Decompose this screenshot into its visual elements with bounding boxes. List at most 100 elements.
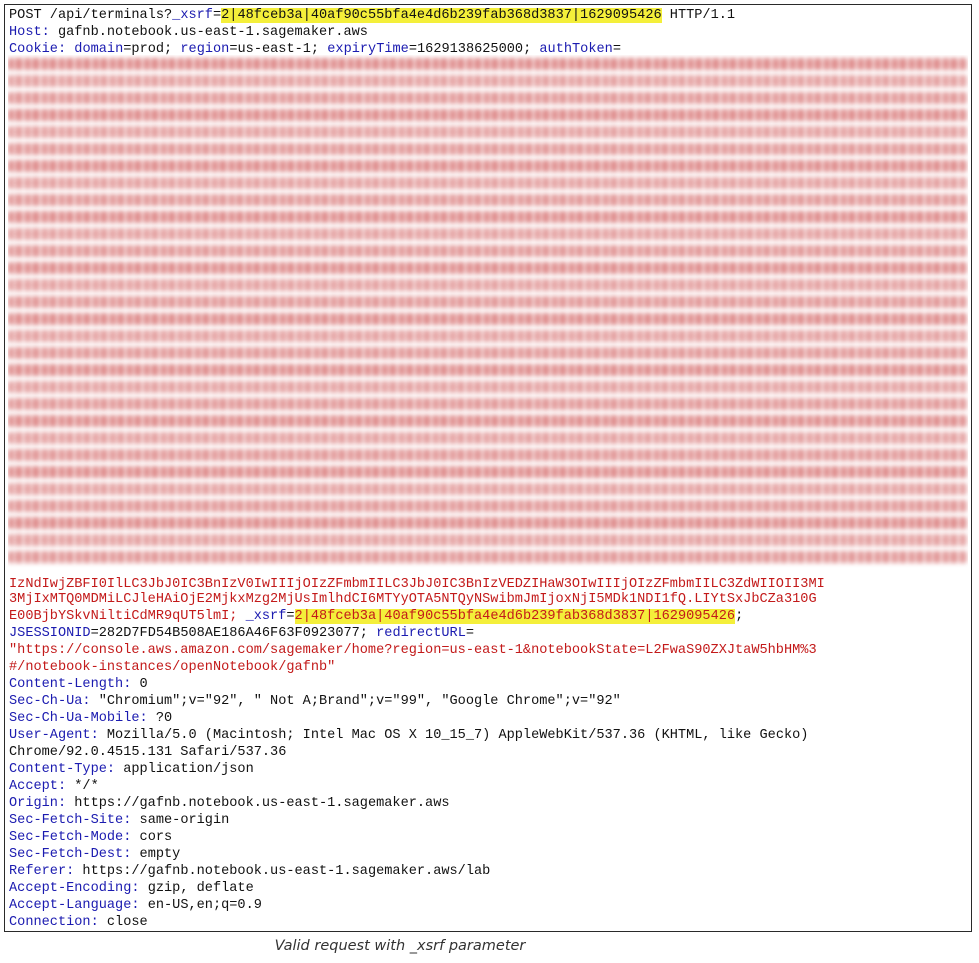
- jsession-line: JSESSIONID=282D7FD54B508AE186A46F63F0923…: [9, 626, 475, 641]
- header-value: application/json: [115, 762, 254, 777]
- request-line-prefix: POST /api/terminals?: [9, 8, 173, 23]
- cookie-redirect-value: "https://console.aws.amazon.com/sagemake…: [9, 643, 817, 658]
- header-value: empty: [131, 847, 181, 862]
- token-line-b: E00BjbYSkvNiltiCdMR9qUT5lmI; _xsrf=2|48f…: [9, 609, 744, 624]
- redacted-text-row: [8, 245, 968, 257]
- redacted-text-row: [8, 500, 968, 512]
- redacted-text-row: [8, 449, 968, 461]
- header-value: Mozilla/5.0 (Macintosh; Intel Mac OS X 1…: [98, 728, 809, 743]
- header-name: Sec-Fetch-Mode:: [9, 830, 132, 845]
- redacted-text-row: [8, 92, 968, 104]
- header-line: Sec-Ch-Ua: "Chromium";v="92", " Not A;Br…: [9, 693, 621, 710]
- redacted-text-row: [8, 381, 968, 393]
- redacted-text-row: [8, 211, 968, 223]
- header-line: Accept: */*: [9, 778, 99, 795]
- redacted-text-row: [8, 177, 968, 189]
- redacted-text-row: [8, 160, 968, 172]
- figure-caption: Valid request with _xsrf parameter: [274, 938, 526, 954]
- redacted-text-row: [8, 143, 968, 155]
- redacted-text-row: [8, 279, 968, 291]
- redacted-text-row: [8, 347, 968, 359]
- header-line: Chrome/92.0.4515.131 Safari/537.36: [9, 744, 286, 761]
- header-value: close: [98, 915, 148, 930]
- header-value: */*: [66, 779, 99, 794]
- http-request-panel: POST /api/terminals?_xsrf=2|48fceb3a|40a…: [4, 4, 972, 932]
- redacted-text-row: [8, 296, 968, 308]
- cookie-xsrf-key: _xsrf: [245, 609, 287, 624]
- redacted-text-row: [8, 432, 968, 444]
- xsrf-param-value: 2|48fceb3a|40af90c55bfa4e4d6b239fab368d3…: [221, 8, 662, 23]
- header-name: Sec-Fetch-Site:: [9, 813, 132, 828]
- header-line: Content-Length: 0: [9, 676, 148, 693]
- header-value: same-origin: [131, 813, 230, 828]
- token-fragment: E00BjbYSkvNiltiCdMR9qUT5lmI;: [9, 609, 246, 624]
- redacted-text-row: [8, 126, 968, 138]
- header-value: cors: [131, 830, 173, 845]
- redacted-text-row: [8, 109, 968, 121]
- header-line: Sec-Fetch-Mode: cors: [9, 829, 172, 846]
- cookie-xsrf-value: 2|48fceb3a|40af90c55bfa4e4d6b239fab368d3…: [294, 609, 736, 624]
- redacted-text-row: [8, 415, 968, 427]
- cookie-separator: ;: [735, 609, 744, 624]
- header-name: Accept-Encoding:: [9, 881, 140, 896]
- redacted-text-row: [8, 364, 968, 376]
- header-line: Referer: https://gafnb.notebook.us-east-…: [9, 863, 490, 880]
- header-line: Content-Type: application/json: [9, 761, 254, 778]
- header-line: Connection: close: [9, 914, 148, 931]
- redacted-token-block: [8, 55, 968, 578]
- cookie-jsession-value: 282D7FD54B508AE186A46F63F0923077: [98, 626, 360, 641]
- header-name: Connection:: [9, 915, 99, 930]
- host-header: Host: gafnb.notebook.us-east-1.sagemaker…: [9, 24, 368, 41]
- header-value: 0: [131, 677, 148, 692]
- header-line: User-Agent: Mozilla/5.0 (Macintosh; Inte…: [9, 727, 808, 744]
- header-line: Sec-Fetch-Dest: empty: [9, 846, 180, 863]
- header-name: Referer:: [9, 864, 75, 879]
- header-value: en-US,en;q=0.9: [139, 898, 262, 913]
- redacted-text-row: [8, 398, 968, 410]
- redacted-text-row: [8, 517, 968, 529]
- cookie-redirect-value: #/notebook-instances/openNotebook/gafnb": [9, 660, 336, 675]
- header-name: Accept:: [9, 779, 67, 794]
- header-name: Sec-Fetch-Dest:: [9, 847, 132, 862]
- redacted-text-row: [8, 75, 968, 87]
- header-line: Origin: https://gafnb.notebook.us-east-1…: [9, 795, 450, 812]
- header-name: Sec-Ch-Ua:: [9, 694, 91, 709]
- header-line: Sec-Fetch-Site: same-origin: [9, 812, 229, 829]
- redacted-text-row: [8, 194, 968, 206]
- header-name: User-Agent:: [9, 728, 99, 743]
- header-value: https://gafnb.notebook.us-east-1.sagemak…: [74, 864, 491, 879]
- request-line: POST /api/terminals?_xsrf=2|48fceb3a|40a…: [9, 7, 735, 24]
- token-line-a: 3MjIxMTQ0MDMiLCJleHAiOjE2MjkxMzg2MjUsIml…: [9, 591, 817, 608]
- redacted-text-row: [8, 466, 968, 478]
- redacted-text-row: [8, 330, 968, 342]
- header-name: Origin:: [9, 796, 67, 811]
- header-name: Host:: [9, 25, 50, 40]
- token-fragment: IzNdIwjZBFI0IlLC3JbJ0IC3BnIzV0IwIIIjOIzZ…: [9, 577, 825, 592]
- redacted-text-row: [8, 534, 968, 546]
- cookie-redirect-key: redirectURL: [376, 626, 466, 641]
- xsrf-param-eq: =: [212, 8, 222, 23]
- cookie-jsession-key: JSESSIONID: [9, 626, 91, 641]
- redirect-line-1: "https://console.aws.amazon.com/sagemake…: [9, 642, 817, 659]
- header-value: ?0: [147, 711, 173, 726]
- redacted-text-row: [8, 551, 968, 563]
- header-name: Content-Type:: [9, 762, 116, 777]
- header-value: https://gafnb.notebook.us-east-1.sagemak…: [66, 796, 450, 811]
- header-line: Accept-Encoding: gzip, deflate: [9, 880, 254, 897]
- redirect-line-2: #/notebook-instances/openNotebook/gafnb": [9, 659, 335, 676]
- header-name: Accept-Language:: [9, 898, 140, 913]
- redacted-text-row: [8, 262, 968, 274]
- xsrf-param-name: _xsrf: [172, 8, 213, 23]
- redacted-text-row: [8, 228, 968, 240]
- request-line-suffix: HTTP/1.1: [661, 8, 736, 23]
- header-value: gzip, deflate: [139, 881, 254, 896]
- header-name: Content-Length:: [9, 677, 132, 692]
- header-value: Chrome/92.0.4515.131 Safari/537.36: [9, 745, 287, 760]
- header-line: Accept-Language: en-US,en;q=0.9: [9, 897, 262, 914]
- header-line: Sec-Ch-Ua-Mobile: ?0: [9, 710, 172, 727]
- header-value: "Chromium";v="92", " Not A;Brand";v="99"…: [90, 694, 621, 709]
- header-name: Sec-Ch-Ua-Mobile:: [9, 711, 148, 726]
- token-fragment: 3MjIxMTQ0MDMiLCJleHAiOjE2MjkxMzg2MjUsIml…: [9, 592, 817, 607]
- redacted-text-row: [8, 313, 968, 325]
- redacted-text-row: [8, 58, 968, 70]
